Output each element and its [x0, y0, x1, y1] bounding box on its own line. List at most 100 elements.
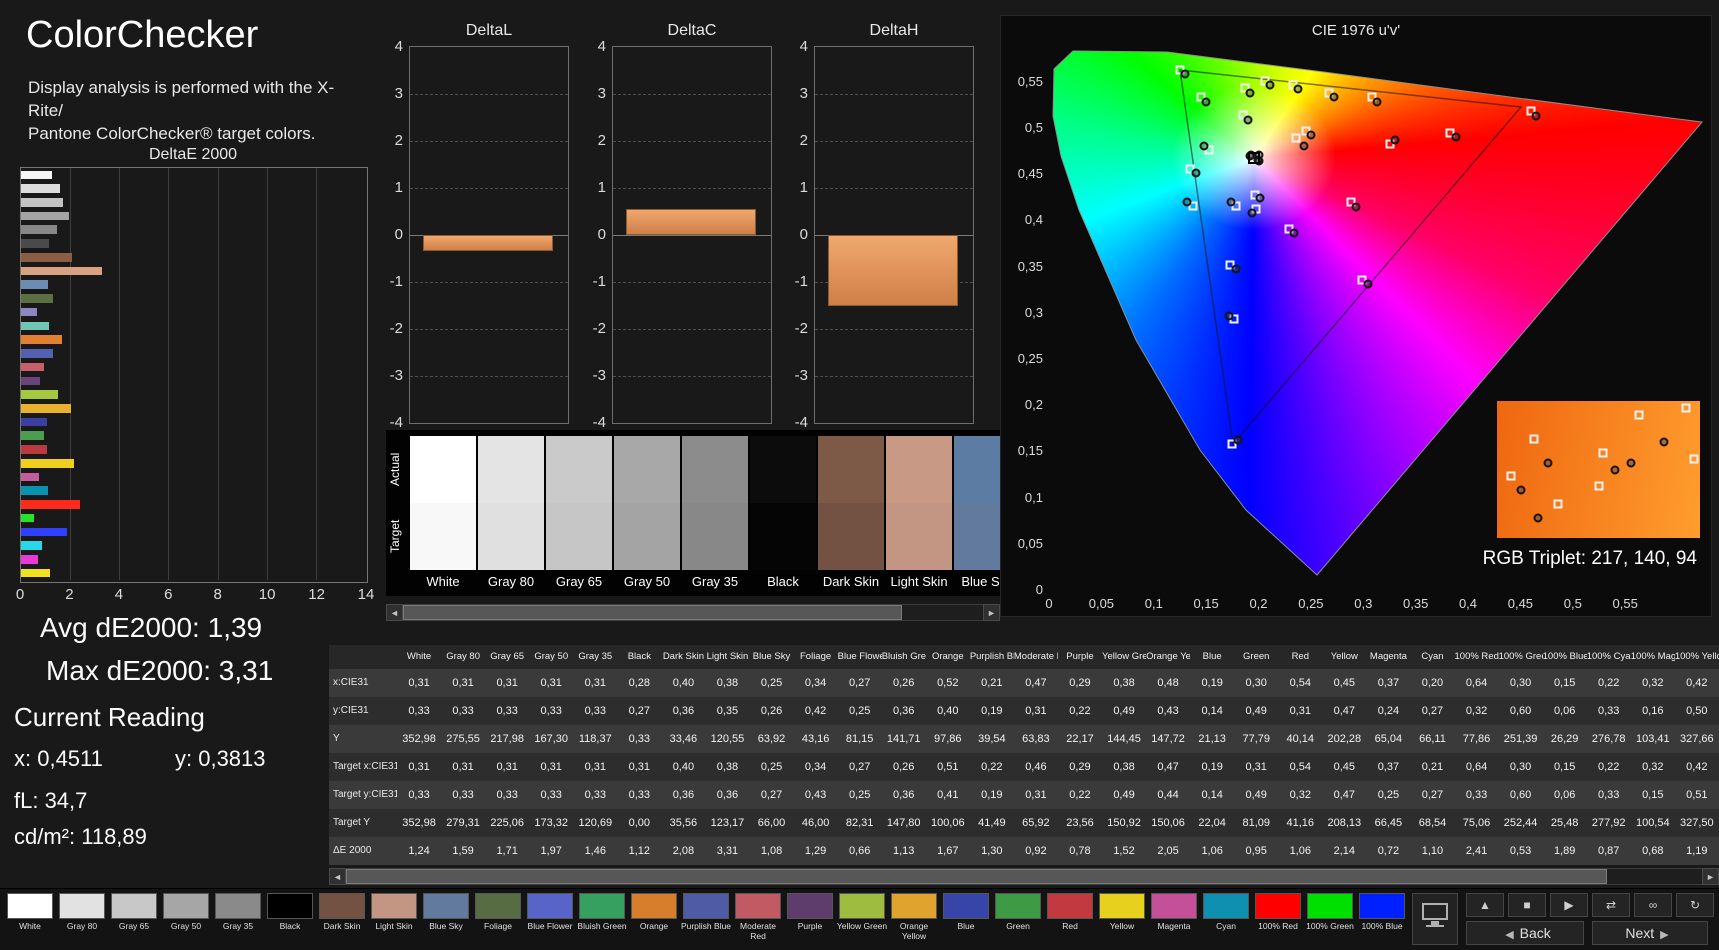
- table-row-y-cie31: y:CIE31 0,33 0,33 0,33 0,33 0,33 0,27 0,36 0,35 0…: [329, 697, 1719, 725]
- deltac-chart-title: DeltaC: [667, 22, 717, 39]
- grid-line: [613, 282, 771, 283]
- toolbar-patch-purplish-blue[interactable]: Purplish Blue: [680, 889, 732, 947]
- toolbar-patch-foliage[interactable]: Foliage: [472, 889, 524, 947]
- loop-button[interactable]: ∞: [1634, 893, 1672, 917]
- patch-label: Cyan: [1216, 922, 1236, 931]
- swatch-strip-scrollbar[interactable]: ◄ ►: [386, 604, 1000, 621]
- patch-label: White: [19, 922, 41, 931]
- swatch-target-dark-skin: [818, 503, 884, 570]
- table-scroll-right-button[interactable]: ►: [1702, 868, 1719, 885]
- table-cell: 0,42: [1686, 761, 1708, 773]
- table-cell: 0,29: [1069, 761, 1091, 773]
- toolbar-patch-gray-65[interactable]: Gray 65: [108, 889, 160, 947]
- cie-y-tick-label: 0,35: [1017, 258, 1043, 274]
- toolbar-patch-light-skin[interactable]: Light Skin: [368, 889, 420, 947]
- inset-measured-marker: [1543, 458, 1553, 468]
- swatch-scrollbar-track[interactable]: [403, 604, 983, 621]
- cie-measured-marker: [1233, 435, 1243, 445]
- table-scrollbar[interactable]: ◄ ►: [329, 868, 1719, 885]
- toolbar-patch-blue-sky[interactable]: Blue Sky: [420, 889, 472, 947]
- toolbar-patch-green[interactable]: Green: [992, 889, 1044, 947]
- table-scrollbar-thumb[interactable]: [346, 869, 1608, 884]
- monitor-base-icon: [1426, 925, 1444, 927]
- table-cell: 2,14: [1333, 845, 1356, 857]
- toolbar-patch-gray-80[interactable]: Gray 80: [56, 889, 108, 947]
- next-button[interactable]: Next ▶: [1592, 921, 1708, 945]
- table-cell: 0,31: [1025, 705, 1047, 717]
- toolbar-patch-yellow-green[interactable]: Yellow Green: [836, 889, 888, 947]
- table-cell: 352,98: [402, 817, 436, 829]
- toolbar-patch-cyan[interactable]: Cyan: [1200, 889, 1252, 947]
- deltae-bar-gray-80: [21, 184, 61, 193]
- color-chip: [1151, 893, 1197, 919]
- toolbar-patch-gray-50[interactable]: Gray 50: [160, 889, 212, 947]
- deltae-bar-gray-35: [21, 225, 57, 235]
- axis-tick-label: 0: [799, 226, 808, 243]
- table-row-label: Target Y: [333, 817, 371, 828]
- table-cell: 141,71: [886, 733, 921, 745]
- cie-x-tick-label: 0: [1045, 596, 1053, 611]
- toolbar-patch-orange[interactable]: Orange: [628, 889, 680, 947]
- table-cell: 0,25: [1377, 789, 1400, 801]
- color-chip: [267, 893, 313, 919]
- table-cell: 123,17: [710, 817, 745, 829]
- max-de2000-value: Max dE2000: 3,31: [46, 655, 274, 686]
- toolbar-patch-black[interactable]: Black: [264, 889, 316, 947]
- table-cell: 3,31: [716, 845, 739, 857]
- table-scroll-left-button[interactable]: ◄: [329, 868, 346, 885]
- table-cell: 2,05: [1157, 845, 1179, 857]
- grid-line: [613, 94, 771, 95]
- table-cell: 0,25: [848, 705, 871, 717]
- toolbar-patch-white[interactable]: White: [4, 889, 56, 947]
- table-cell: 1,89: [1553, 845, 1576, 857]
- patch-label: Gray 80: [66, 922, 98, 931]
- toolbar-patch-moderate-red[interactable]: Moderate Red: [732, 889, 784, 947]
- toolbar-patch-magenta[interactable]: Magenta: [1148, 889, 1200, 947]
- grid-line: [266, 168, 268, 580]
- toolbar-patch-orange-yellow[interactable]: Orange Yellow: [888, 889, 940, 947]
- table-cell: 68,54: [1418, 817, 1447, 829]
- color-chip: [735, 893, 781, 919]
- back-arrow-icon: ◀: [1505, 929, 1514, 941]
- toolbar-patch-yellow[interactable]: Yellow: [1096, 889, 1148, 947]
- toolbar-patch-red[interactable]: Red: [1044, 889, 1096, 947]
- table-column-header: Blue: [1202, 651, 1222, 662]
- swatch-scrollbar-thumb[interactable]: [403, 605, 902, 620]
- toolbar-patch-dark-skin[interactable]: Dark Skin: [316, 889, 368, 947]
- stop-button[interactable]: ■: [1508, 893, 1546, 917]
- table-cell: 0,68: [1642, 845, 1664, 857]
- axis-tick-label: 2: [597, 132, 606, 149]
- panel-up-button[interactable]: ▲: [1466, 893, 1504, 917]
- swap-button[interactable]: ⇄: [1592, 893, 1630, 917]
- deltah-chart-title: DeltaH: [869, 22, 919, 39]
- toolbar-patch-blue[interactable]: Blue: [940, 889, 992, 947]
- display-mode-button[interactable]: [1412, 893, 1458, 945]
- table-cell: 0,33: [540, 705, 562, 717]
- deltae-bar-orange: [21, 335, 62, 344]
- toolbar-patch-gray-35[interactable]: Gray 35: [212, 889, 264, 947]
- stop-icon: ■: [1523, 898, 1531, 912]
- inset-target-marker: [1634, 410, 1644, 420]
- scroll-left-button[interactable]: ◄: [386, 604, 403, 621]
- cie-measured-marker: [1293, 84, 1303, 94]
- table-cell: 0,28: [628, 677, 651, 689]
- scroll-right-button[interactable]: ►: [983, 604, 1000, 621]
- cie-measured-marker: [1231, 264, 1240, 274]
- toolbar-patch-100-blue[interactable]: 100% Blue: [1356, 889, 1408, 947]
- toolbar-patch-purple[interactable]: Purple: [784, 889, 836, 947]
- refresh-button[interactable]: ↻: [1676, 893, 1714, 917]
- axis-tick-label: 3: [597, 85, 606, 102]
- toolbar-patch-100-green[interactable]: 100% Green: [1304, 889, 1356, 947]
- toolbar-patch-100-red[interactable]: 100% Red: [1252, 889, 1304, 947]
- cie-y-tick-label: 0,4: [1024, 212, 1043, 228]
- play-button[interactable]: ▶: [1550, 893, 1588, 917]
- toolbar-patch-blue-flower[interactable]: Blue Flower: [524, 889, 576, 947]
- toolbar-patch-bluish-green[interactable]: Bluish Green: [576, 889, 628, 947]
- loop-icon: ∞: [1648, 898, 1658, 912]
- table-column-header: 100% Red: [1454, 651, 1499, 662]
- patch-label: Gray 50: [170, 922, 202, 931]
- table-scrollbar-track[interactable]: [346, 868, 1702, 885]
- cie-measured-marker: [1226, 197, 1236, 207]
- back-button[interactable]: ◀ Back: [1466, 921, 1584, 945]
- table-cell: 0,49: [1113, 789, 1135, 801]
